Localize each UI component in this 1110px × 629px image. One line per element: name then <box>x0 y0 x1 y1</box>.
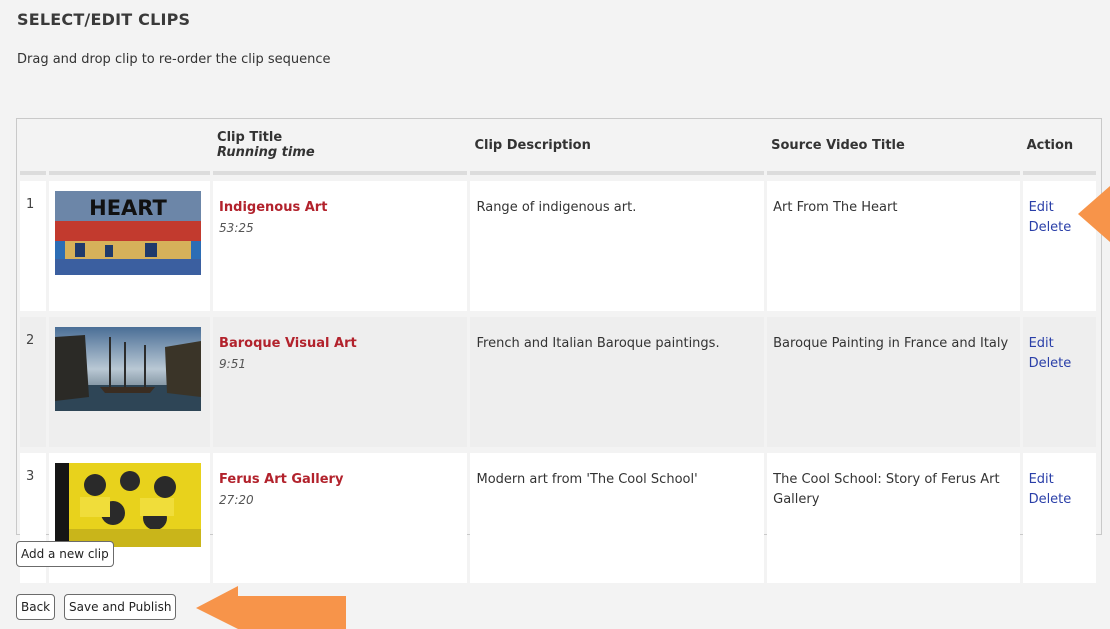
back-button[interactable]: Back <box>16 594 56 620</box>
clip-description: Modern art from 'The Cool School' <box>470 453 765 583</box>
header-num <box>20 119 47 175</box>
clip-thumbnail-cell: HEART <box>49 181 211 311</box>
header-thumb <box>49 119 211 175</box>
source-video-title: Baroque Painting in France and Italy <box>767 317 1020 447</box>
clip-running-time: 9:51 <box>219 357 246 371</box>
table-row[interactable]: 1 HEART Indigenous Art 53:25 Range of in… <box>20 181 1096 311</box>
clips-table: Clip Title Running time Clip Description… <box>17 119 1099 583</box>
clips-table-container: Clip Title Running time Clip Description… <box>16 118 1102 583</box>
thumbnail-text: HEART <box>89 196 167 220</box>
action-cell: Edit Delete <box>1022 317 1096 447</box>
clip-title-cell: Baroque Visual Art 9:51 <box>213 317 468 447</box>
clip-running-time: 27:20 <box>219 493 254 507</box>
header-clip-title: Clip Title Running time <box>213 119 468 175</box>
source-video-title: Art From The Heart <box>767 181 1020 311</box>
clip-thumbnail <box>55 327 202 411</box>
edit-link[interactable]: Edit <box>1029 470 1090 490</box>
clip-thumbnail <box>55 463 202 547</box>
edit-link[interactable]: Edit <box>1029 334 1090 354</box>
clip-description: French and Italian Baroque paintings. <box>470 317 765 447</box>
table-header-row: Clip Title Running time Clip Description… <box>20 119 1096 175</box>
clip-title: Ferus Art Gallery <box>219 472 344 487</box>
header-clip-title-label: Clip Title <box>217 130 283 145</box>
add-new-clip-button[interactable]: Add a new clip <box>16 541 114 567</box>
save-and-publish-button[interactable]: Save and Publish <box>64 594 177 620</box>
clip-title-cell: Ferus Art Gallery 27:20 <box>213 453 468 583</box>
source-video-title: The Cool School: Story of Ferus Art Gall… <box>767 453 1020 583</box>
header-action: Action <box>1022 119 1096 175</box>
clip-title-cell: Indigenous Art 53:25 <box>213 181 468 311</box>
header-running-time-label: Running time <box>217 145 315 160</box>
row-number: 1 <box>20 181 47 311</box>
clip-thumbnail: HEART <box>55 191 202 275</box>
header-source: Source Video Title <box>767 119 1020 175</box>
table-row[interactable]: 2 Baroque Visual Art 9:51 French and Ita… <box>20 317 1096 447</box>
action-cell: Edit Delete <box>1022 453 1096 583</box>
delete-link[interactable]: Delete <box>1029 354 1090 374</box>
callout-arrow-left-icon <box>196 586 346 629</box>
clip-thumbnail-cell <box>49 317 211 447</box>
header-description: Clip Description <box>470 119 765 175</box>
table-row[interactable]: 3 Ferus Art Gallery 27:20 Modern art fro… <box>20 453 1096 583</box>
clip-editor-panel: SELECT/EDIT CLIPS Drag and drop clip to … <box>0 0 1110 629</box>
delete-link[interactable]: Delete <box>1029 490 1090 510</box>
row-number: 2 <box>20 317 47 447</box>
clip-description: Range of indigenous art. <box>470 181 765 311</box>
page-title: SELECT/EDIT CLIPS <box>17 10 191 29</box>
page-subtitle: Drag and drop clip to re-order the clip … <box>17 52 331 67</box>
clip-running-time: 53:25 <box>219 221 254 235</box>
callout-arrow-right-edge-icon <box>1078 186 1110 242</box>
clip-title: Indigenous Art <box>219 200 328 215</box>
clip-title: Baroque Visual Art <box>219 336 357 351</box>
